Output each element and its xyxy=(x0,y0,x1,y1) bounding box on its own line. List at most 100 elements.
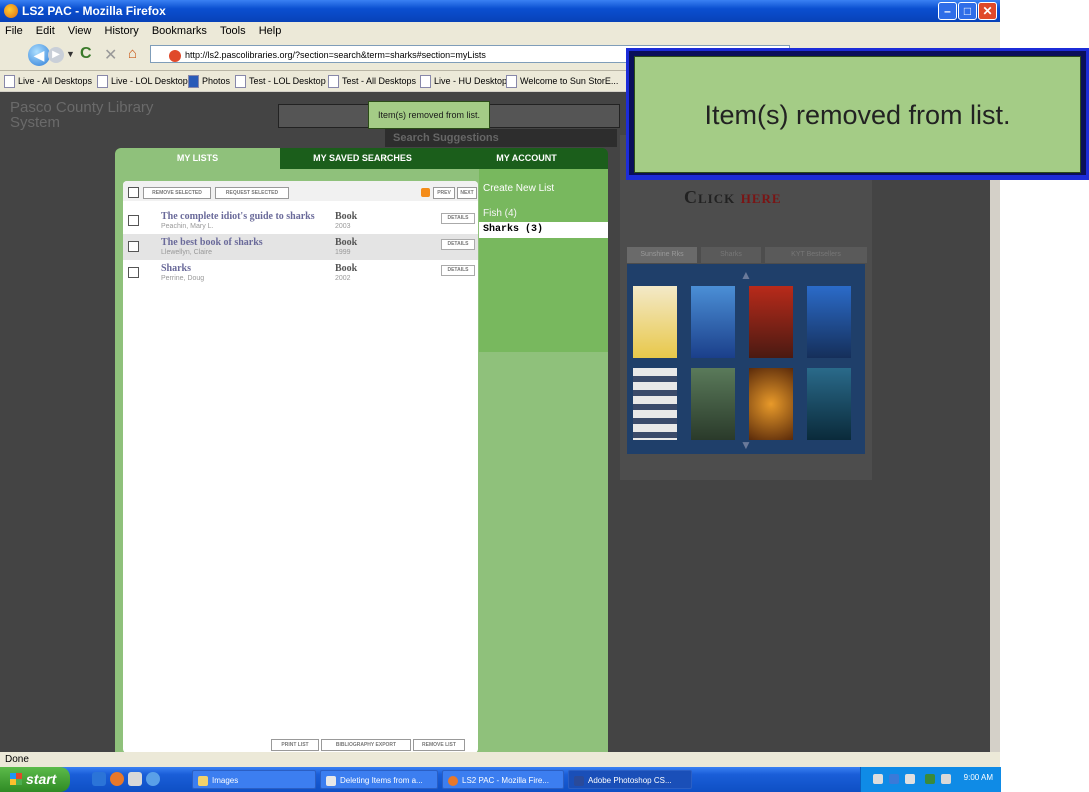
book-cover[interactable] xyxy=(691,368,735,440)
book-cover[interactable] xyxy=(807,368,851,440)
request-selected-button[interactable]: REQUEST SELECTED xyxy=(215,187,289,199)
document-icon xyxy=(326,775,336,786)
taskbar-photoshop[interactable]: Adobe Photoshop CS... xyxy=(568,770,692,789)
system-tray: 9:00 AM xyxy=(860,767,1001,792)
bookmark-item[interactable]: Welcome to Sun StorE... xyxy=(506,75,618,88)
quicklaunch-icon[interactable] xyxy=(128,772,142,786)
menu-tools[interactable]: Tools xyxy=(215,22,251,37)
bookmark-item[interactable]: Photos xyxy=(188,75,230,88)
promo-banner[interactable]: Click here xyxy=(684,187,782,208)
tab-sunshine[interactable]: Sunshine Rks xyxy=(627,247,697,263)
callout-box: Item(s) removed from list. xyxy=(634,56,1081,173)
list-entry-sharks[interactable]: Sharks (3) xyxy=(479,222,608,238)
page-icon xyxy=(4,75,15,88)
bookmark-item[interactable]: Live - LOL Desktop xyxy=(97,75,188,88)
menu-help[interactable]: Help xyxy=(254,22,287,37)
item-year: 2003 xyxy=(335,223,351,230)
item-title[interactable]: The complete idiot's guide to sharks xyxy=(161,211,315,222)
select-all-checkbox[interactable] xyxy=(128,187,139,198)
tray-icon[interactable] xyxy=(889,774,899,784)
item-year: 1999 xyxy=(335,249,351,256)
close-button[interactable]: ✕ xyxy=(978,2,997,20)
remove-list-button[interactable]: REMOVE LIST xyxy=(413,739,465,751)
book-cover[interactable] xyxy=(633,286,677,358)
home-icon[interactable]: ⌂ xyxy=(128,45,137,62)
book-cover[interactable] xyxy=(749,286,793,358)
item-format: Book xyxy=(335,263,358,274)
print-list-button[interactable]: PRINT LIST xyxy=(271,739,319,751)
taskbar-images[interactable]: Images xyxy=(192,770,316,789)
firefox-quicklaunch-icon[interactable] xyxy=(110,772,124,786)
carousel-down-icon[interactable]: ▼ xyxy=(627,438,865,452)
tab-my-account[interactable]: MY ACCOUNT xyxy=(445,148,608,169)
item-checkbox[interactable] xyxy=(128,267,139,278)
page-icon xyxy=(235,75,246,88)
book-cover[interactable] xyxy=(691,286,735,358)
item-checkbox[interactable] xyxy=(128,241,139,252)
promo-here: here xyxy=(740,187,782,207)
menu-bookmarks[interactable]: Bookmarks xyxy=(147,22,212,37)
rss-icon[interactable] xyxy=(421,188,430,197)
taskbar-deleting[interactable]: Deleting Items from a... xyxy=(320,770,438,789)
book-cover[interactable] xyxy=(749,368,793,440)
library-logo[interactable]: Pasco County Library System xyxy=(10,100,153,130)
forward-button[interactable]: ▶ xyxy=(48,47,64,63)
tab-my-lists[interactable]: MY LISTS xyxy=(115,148,280,169)
book-cover[interactable] xyxy=(633,368,677,440)
tray-icon[interactable] xyxy=(941,774,951,784)
details-button[interactable]: DETAILS xyxy=(441,265,475,276)
prev-button[interactable]: PREV xyxy=(433,187,455,199)
callout-message: Item(s) removed from list. xyxy=(704,100,1011,130)
url-text: http://ls2.pascolibraries.org/?section=s… xyxy=(185,50,486,60)
reload-icon[interactable]: C xyxy=(80,45,92,63)
menu-history[interactable]: History xyxy=(100,22,144,37)
quicklaunch-icon[interactable] xyxy=(146,772,160,786)
zoomed-callout: Item(s) removed from list. xyxy=(626,48,1089,180)
bookmark-item[interactable]: Live - HU Desktop xyxy=(420,75,507,88)
item-title[interactable]: Sharks xyxy=(161,263,191,274)
back-button[interactable]: ◀ xyxy=(28,44,50,66)
menu-edit[interactable]: Edit xyxy=(31,22,60,37)
page-icon xyxy=(420,75,431,88)
photos-icon xyxy=(188,75,199,88)
removed-notification: Item(s) removed from list. xyxy=(368,101,490,129)
tab-sharks[interactable]: Sharks xyxy=(701,247,761,263)
start-button[interactable]: start xyxy=(0,767,70,792)
list-entry-fish[interactable]: Fish (4) xyxy=(479,206,608,222)
tray-icon[interactable] xyxy=(905,774,915,784)
minimize-button[interactable]: – xyxy=(938,2,957,20)
item-checkbox[interactable] xyxy=(128,215,139,226)
taskbar-firefox[interactable]: LS2 PAC - Mozilla Fire... xyxy=(442,770,564,789)
bookmark-item[interactable]: Test - All Desktops xyxy=(328,75,416,88)
next-button[interactable]: NEXT xyxy=(457,187,477,199)
carousel-up-icon[interactable]: ▲ xyxy=(627,268,865,282)
menu-file[interactable]: File xyxy=(0,22,28,37)
details-button[interactable]: DETAILS xyxy=(441,213,475,224)
title-bar: LS2 PAC - Mozilla Firefox – □ ✕ xyxy=(0,0,1000,22)
list-action-bar: REMOVE SELECTED REQUEST SELECTED PREV NE… xyxy=(123,181,478,201)
tab-kyt[interactable]: KYT Bestsellers xyxy=(765,247,867,263)
lists-sidebar: Create New List Fish (4) Sharks (3) xyxy=(479,169,608,352)
item-title[interactable]: The best book of sharks xyxy=(161,237,263,248)
book-cover[interactable] xyxy=(807,286,851,358)
bookmark-item[interactable]: Test - LOL Desktop xyxy=(235,75,326,88)
book-carousel: ▲ ▼ xyxy=(627,264,865,454)
page-icon xyxy=(328,75,339,88)
clock: 9:00 AM xyxy=(963,773,993,782)
ie-icon[interactable] xyxy=(92,772,106,786)
remove-selected-button[interactable]: REMOVE SELECTED xyxy=(143,187,211,199)
tab-saved-searches[interactable]: MY SAVED SEARCHES xyxy=(280,148,445,169)
list-item: The best book of sharks Llewellyn, Clair… xyxy=(123,234,478,260)
create-new-list-link[interactable]: Create New List xyxy=(483,183,554,194)
bibliography-export-button[interactable]: BIBLIOGRAPHY EXPORT xyxy=(321,739,411,751)
menu-view[interactable]: View xyxy=(63,22,97,37)
stop-icon[interactable]: ✕ xyxy=(104,45,117,65)
history-dropdown-icon[interactable]: ▼ xyxy=(66,49,75,59)
tray-icon[interactable] xyxy=(873,774,883,784)
maximize-button[interactable]: □ xyxy=(958,2,977,20)
bookmark-item[interactable]: Live - All Desktops xyxy=(4,75,92,88)
details-button[interactable]: DETAILS xyxy=(441,239,475,250)
search-suggestions[interactable]: Search Suggestions xyxy=(385,129,617,147)
page-icon xyxy=(506,75,517,88)
tray-icon[interactable] xyxy=(925,774,935,784)
